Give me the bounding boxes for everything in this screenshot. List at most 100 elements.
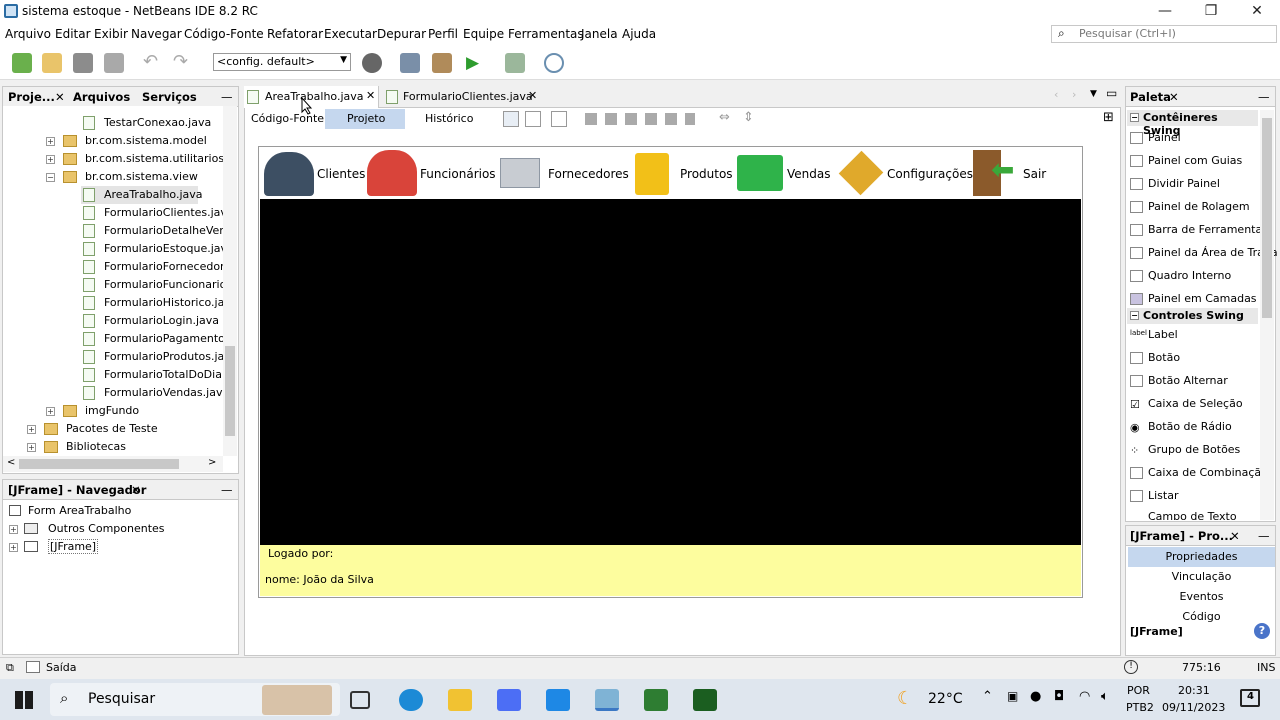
resize-horizontal-icon[interactable]: ⇔ xyxy=(719,110,730,125)
tab-projetos[interactable]: Proje... xyxy=(8,90,55,104)
minimize-button[interactable]: — xyxy=(1142,0,1188,24)
tree-item[interactable]: FormularioClientes.java xyxy=(3,204,223,222)
clock-date[interactable]: 09/11/2023 xyxy=(1162,701,1225,714)
minimize-panel-icon[interactable]: — xyxy=(221,90,233,104)
menu-navegar[interactable]: Navegar xyxy=(131,27,182,41)
expand-icon[interactable]: + xyxy=(46,137,55,146)
task-view-icon[interactable] xyxy=(350,691,370,709)
close-icon[interactable]: ✕ xyxy=(528,89,537,102)
device-icon[interactable]: ▣ xyxy=(1007,689,1018,703)
funcionarios-button[interactable]: Funcionários xyxy=(365,148,496,198)
tree-item[interactable]: + Pacotes de Teste xyxy=(3,420,223,438)
menu-editar[interactable]: Editar xyxy=(55,27,91,41)
palette-item[interactable]: Botão xyxy=(1128,347,1258,370)
binding-tab[interactable]: Vinculação xyxy=(1128,567,1275,587)
code-tab[interactable]: Código xyxy=(1128,607,1275,627)
tree-item[interactable]: FormularioEstoque.java xyxy=(3,240,223,258)
collapse-icon[interactable]: − xyxy=(1130,311,1139,320)
undo-icon[interactable]: ↶ xyxy=(143,53,163,73)
minimize-panel-icon[interactable]: — xyxy=(1258,529,1270,543)
tree-item[interactable]: + br.com.sistema.utilitarios xyxy=(3,150,223,168)
maximize-editor-icon[interactable]: ▭ xyxy=(1106,86,1117,100)
view-historico[interactable]: Histórico xyxy=(425,112,473,125)
palette-item[interactable]: label Label xyxy=(1128,324,1258,347)
palette-item[interactable]: ☑ Caixa de Seleção xyxy=(1128,393,1258,416)
menu-janela[interactable]: Janela xyxy=(581,27,618,41)
tree-item[interactable]: + br.com.sistema.model xyxy=(3,132,223,150)
tree-item[interactable]: TestarConexao.java xyxy=(3,114,223,132)
open-project-icon[interactable] xyxy=(73,53,93,73)
mail-icon[interactable] xyxy=(546,689,570,711)
palette-item[interactable]: ⁘ Grupo de Botões xyxy=(1128,439,1258,462)
fornecedores-button[interactable]: Fornecedores xyxy=(498,148,629,198)
expand-icon[interactable]: + xyxy=(46,407,55,416)
minimize-panel-icon[interactable]: — xyxy=(1258,90,1270,104)
tree-vertical-scrollbar[interactable] xyxy=(223,106,237,456)
tree-item[interactable]: FormularioVendas.java xyxy=(3,384,223,402)
palette-scrollbar[interactable] xyxy=(1260,110,1274,520)
notifications-icon[interactable]: 4 xyxy=(1240,689,1260,707)
menu-ferramentas[interactable]: Ferramentas xyxy=(508,27,584,41)
palette-item[interactable]: Painel da Área de Traba xyxy=(1128,242,1278,265)
keyboard-layout[interactable]: PTB2 xyxy=(1126,701,1154,714)
new-project-icon[interactable] xyxy=(42,53,62,73)
tree-item[interactable]: FormularioFornecedores xyxy=(3,258,223,276)
debug-icon[interactable] xyxy=(505,53,525,73)
expand-icon[interactable]: + xyxy=(46,155,55,164)
microphone-icon[interactable]: ● xyxy=(1030,689,1041,704)
scrollbar-thumb[interactable] xyxy=(19,459,179,469)
design-form[interactable]: Clientes Funcionários Fornecedores Produ… xyxy=(258,146,1083,598)
palette-title[interactable]: Paleta xyxy=(1130,90,1171,104)
tree-item[interactable]: − br.com.sistema.view xyxy=(3,168,223,186)
preview-design-icon[interactable] xyxy=(551,111,567,127)
palette-item[interactable]: Barra de Ferramentas xyxy=(1128,219,1268,242)
tree-item[interactable]: FormularioProdutos.java xyxy=(3,348,223,366)
tree-item[interactable]: FormularioFuncionarios.j xyxy=(3,276,223,294)
restore-icon[interactable]: ⧉ xyxy=(6,661,14,675)
palette-category-controls[interactable]: − Controles Swing xyxy=(1127,308,1258,324)
app-green-icon[interactable] xyxy=(644,689,668,711)
store-icon[interactable] xyxy=(497,689,521,711)
tree-item-selected[interactable]: AreaTrabalho.java xyxy=(81,186,203,204)
notification-icon[interactable]: ! xyxy=(1124,660,1138,674)
new-file-icon[interactable] xyxy=(12,53,32,73)
tree-item[interactable]: + imgFundo xyxy=(3,402,223,420)
configuracoes-button[interactable]: Configurações xyxy=(837,148,973,198)
events-tab[interactable]: Eventos xyxy=(1128,587,1275,607)
tree-item[interactable]: FormularioLogin.java xyxy=(3,312,223,330)
redo-icon[interactable]: ↷ xyxy=(173,53,193,73)
palette-item[interactable]: Campo de Texto xyxy=(1128,508,1258,520)
output-tab[interactable]: Saída xyxy=(46,661,77,674)
close-icon[interactable]: ✕ xyxy=(131,483,141,497)
chevron-left-icon[interactable]: ‹ xyxy=(1054,88,1058,101)
nav-item[interactable]: + [JFrame] xyxy=(7,538,207,556)
clean-build-icon[interactable] xyxy=(432,53,452,73)
menu-perfil[interactable]: Perfil xyxy=(428,27,458,41)
palette-item[interactable]: Painel com Guias xyxy=(1128,150,1258,173)
profile-icon[interactable] xyxy=(544,53,564,73)
build-target-icon[interactable] xyxy=(362,53,382,73)
menu-codigo-fonte[interactable]: Código-Fonte xyxy=(184,27,264,41)
tree-item[interactable]: FormularioPagamentos.j xyxy=(3,330,223,348)
expand-icon[interactable]: + xyxy=(27,425,36,434)
camera-icon[interactable]: ◘ xyxy=(1054,689,1064,704)
palette-item[interactable]: Botão Alternar xyxy=(1128,370,1258,393)
navigator-title[interactable]: [JFrame] - Navegador xyxy=(8,483,146,497)
palette-item[interactable]: ◉ Botão de Rádio xyxy=(1128,416,1258,439)
expand-icon[interactable]: + xyxy=(9,525,18,534)
connection-mode-icon[interactable] xyxy=(525,111,541,127)
menu-refatorar[interactable]: Refatorar xyxy=(267,27,323,41)
add-icon[interactable]: ⊞ xyxy=(1103,110,1114,125)
view-projeto[interactable]: Projeto xyxy=(325,109,405,129)
chevron-down-icon[interactable]: ▼ xyxy=(1090,89,1097,99)
scrollbar-thumb[interactable] xyxy=(225,346,235,436)
view-codigo-fonte[interactable]: Código-Fonte xyxy=(251,112,324,125)
collapse-icon[interactable]: − xyxy=(46,173,55,182)
collapse-icon[interactable]: − xyxy=(1130,113,1139,122)
menu-executar[interactable]: Executar xyxy=(324,27,377,41)
close-icon[interactable]: ✕ xyxy=(1230,529,1240,543)
menu-arquivo[interactable]: Arquivo xyxy=(5,27,51,41)
desktop-pane[interactable] xyxy=(260,199,1081,545)
menu-depurar[interactable]: Depurar xyxy=(377,27,426,41)
tab-formularioclientes[interactable]: FormularioClientes.java ✕ xyxy=(382,86,542,108)
